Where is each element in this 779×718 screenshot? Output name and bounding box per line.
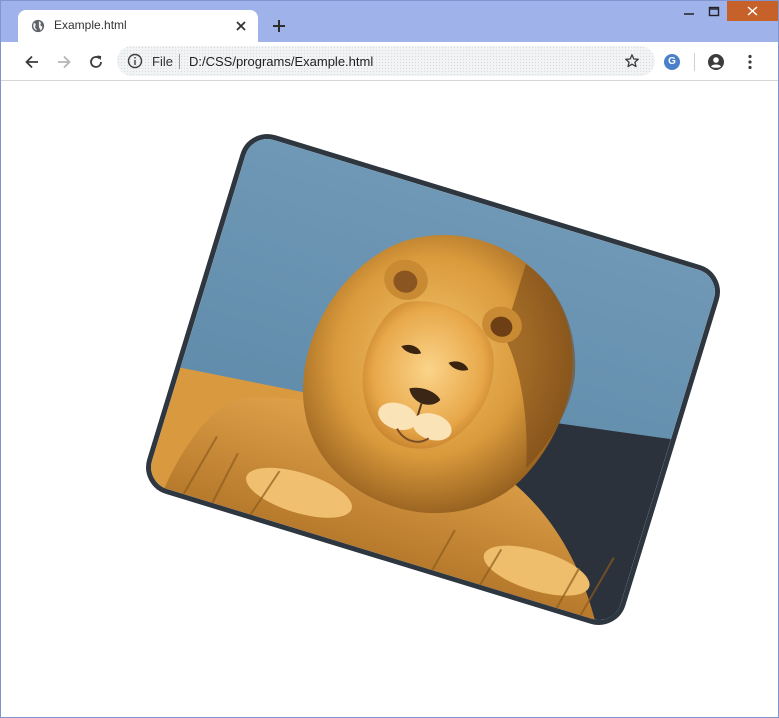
toolbar-divider xyxy=(694,53,695,71)
more-vert-icon[interactable] xyxy=(741,53,759,71)
close-window-button[interactable] xyxy=(727,1,778,21)
lion-photo xyxy=(145,133,721,626)
url-text[interactable]: D:/CSS/programs/Example.html xyxy=(189,54,373,69)
minimize-button[interactable] xyxy=(677,1,701,21)
back-button[interactable] xyxy=(23,53,41,71)
forward-button[interactable] xyxy=(55,53,73,71)
reload-button[interactable] xyxy=(87,53,105,71)
browser-window: Example.html File D:/CSS/programs/Exampl… xyxy=(0,0,779,718)
tab-strip: Example.html xyxy=(1,1,778,42)
star-icon[interactable] xyxy=(624,53,640,69)
scheme-label: File xyxy=(152,54,173,69)
globe-icon xyxy=(31,19,45,33)
maximize-icon xyxy=(708,6,720,17)
page-content xyxy=(1,81,778,717)
info-icon[interactable] xyxy=(127,53,143,69)
account-circle-icon[interactable] xyxy=(707,53,725,71)
browser-tab[interactable]: Example.html xyxy=(18,10,258,42)
browser-toolbar: File D:/CSS/programs/Example.html G xyxy=(1,42,778,81)
close-icon xyxy=(747,6,758,16)
extension-icon[interactable]: G xyxy=(664,54,680,70)
maximize-button[interactable] xyxy=(702,1,726,21)
minimize-icon xyxy=(684,13,694,15)
close-icon[interactable] xyxy=(233,18,249,34)
omnibox-separator xyxy=(179,54,180,69)
new-tab-button[interactable] xyxy=(271,18,287,34)
lion-image xyxy=(139,127,727,632)
tab-title: Example.html xyxy=(54,18,127,32)
address-bar[interactable]: File D:/CSS/programs/Example.html xyxy=(117,46,655,76)
